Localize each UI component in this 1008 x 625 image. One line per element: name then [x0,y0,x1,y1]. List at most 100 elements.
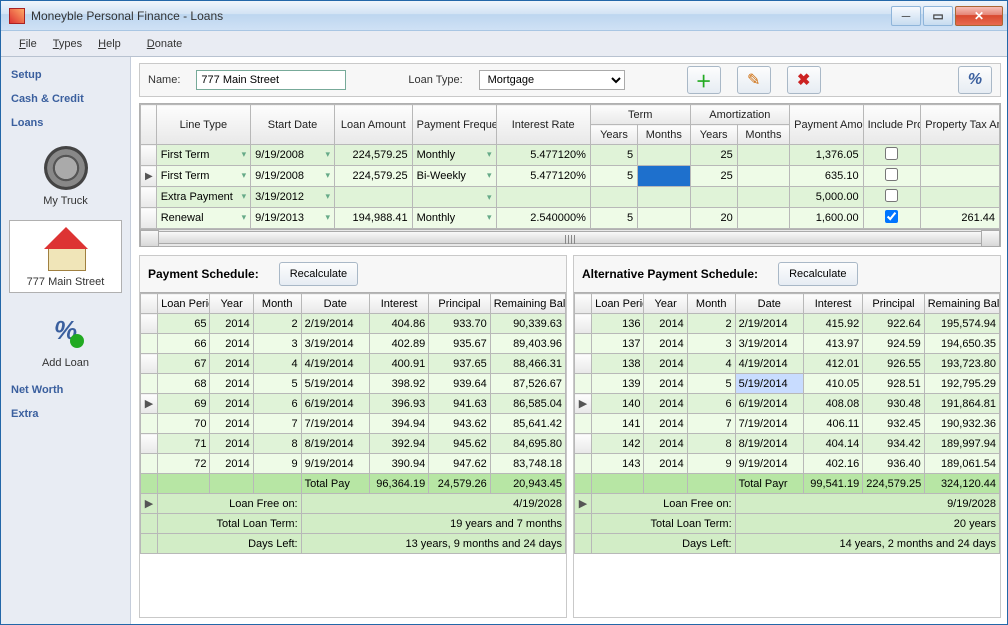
include-tax-checkbox[interactable] [885,189,898,202]
include-tax-checkbox[interactable] [885,168,898,181]
menu-file[interactable]: File [11,38,45,50]
col-interest[interactable]: Interest [803,294,862,314]
col-payment-frequency[interactable]: Payment Frequency [412,105,496,145]
table-row[interactable]: Extra Payment3/19/20125,000.00 [141,187,1000,208]
maximize-button[interactable]: ▭ [923,6,953,26]
info-row: Total Loan Term:19 years and 7 months [141,514,566,534]
table-row[interactable]: ▶69201466/19/2014396.93941.6386,585.04 [141,394,566,414]
alt-payment-schedule-panel: Alternative Payment Schedule: Recalculat… [573,255,1001,618]
menu-types[interactable]: Types [45,38,90,50]
menu-help[interactable]: Help [90,38,129,50]
menu-donate[interactable]: Donate [139,38,190,50]
table-row[interactable]: 138201444/19/2014412.01926.55193,723.80 [575,354,1000,374]
menubar: File Types Help Donate [1,31,1007,57]
schedule-title: Payment Schedule: [148,267,259,281]
col-month[interactable]: Month [687,294,735,314]
loan-type-label: Loan Type: [408,74,462,86]
minimize-button[interactable]: ─ [891,6,921,26]
loan-type-select[interactable]: Mortgage [479,70,625,90]
col-term-months[interactable]: Months [638,125,690,145]
table-row[interactable]: 72201499/19/2014390.94947.6283,748.18 [141,454,566,474]
table-row[interactable]: Renewal9/19/2013194,988.41Monthly2.54000… [141,208,1000,229]
table-row[interactable]: 71201488/19/2014392.94945.6284,695.80 [141,434,566,454]
add-button[interactable]: ＋ [687,66,721,94]
info-row: Days Left:14 years, 2 months and 24 days [575,534,1000,554]
col-remaining[interactable]: Remaining Balance [924,294,999,314]
close-button[interactable]: ✕ [955,6,1003,26]
table-row[interactable]: First Term9/19/2008224,579.25Monthly5.47… [141,145,1000,166]
sidebar-net-worth[interactable]: Net Worth [5,378,126,402]
house-icon [44,227,88,271]
col-principal[interactable]: Principal [429,294,491,314]
recalculate-button[interactable]: Recalculate [778,262,857,286]
table-row[interactable]: 68201455/19/2014398.92939.6487,526.67 [141,374,566,394]
sidebar-item-label: My Truck [12,195,119,207]
col-tax-amount[interactable]: Property Tax Amount [921,105,1000,145]
app-icon [9,8,25,24]
delete-button[interactable]: ✖ [787,66,821,94]
table-row[interactable]: 141201477/19/2014406.11932.45190,932.36 [575,414,1000,434]
col-year[interactable]: Year [210,294,253,314]
table-row[interactable]: 70201477/19/2014394.94943.6285,641.42 [141,414,566,434]
recalculate-button[interactable]: Recalculate [279,262,358,286]
sidebar-item-label: Add Loan [12,357,119,369]
info-row: ▶Loan Free on:9/19/2028 [575,494,1000,514]
table-row[interactable]: 136201422/19/2014415.92922.64195,574.94 [575,314,1000,334]
sidebar-setup[interactable]: Setup [5,63,126,87]
sidebar-cash-credit[interactable]: Cash & Credit [5,87,126,111]
col-payment-amount[interactable]: Payment Amount [790,105,863,145]
table-row[interactable]: 137201433/19/2014413.97924.59194,650.35 [575,334,1000,354]
col-amort-months[interactable]: Months [737,125,789,145]
col-loan-amount[interactable]: Loan Amount [335,105,413,145]
table-row[interactable]: 67201444/19/2014400.91937.6588,466.31 [141,354,566,374]
wheel-icon [44,146,88,190]
info-row: Days Left:13 years, 9 months and 24 days [141,534,566,554]
info-row: Total Loan Term:20 years [575,514,1000,534]
name-input[interactable] [196,70,346,90]
total-row: Total Pay96,364.1924,579.2620,943.45 [141,474,566,494]
col-principal[interactable]: Principal [863,294,925,314]
col-term-years[interactable]: Years [590,125,637,145]
include-tax-checkbox[interactable] [885,210,898,223]
interest-button[interactable]: % [958,66,992,94]
sidebar-loans[interactable]: Loans [5,111,126,135]
sidebar-item-777-main-street[interactable]: 777 Main Street [9,220,122,293]
col-month[interactable]: Month [253,294,301,314]
name-label: Name: [148,74,180,86]
col-period[interactable]: Loan Period [592,294,644,314]
percent-add-icon [44,308,88,352]
table-row[interactable]: 66201433/19/2014402.89935.6789,403.96 [141,334,566,354]
col-period[interactable]: Loan Period [158,294,210,314]
total-row: Total Payr99,541.19224,579.25324,120.44 [575,474,1000,494]
table-row[interactable]: ▶First Term9/19/2008224,579.25Bi-Weekly5… [141,166,1000,187]
col-date[interactable]: Date [301,294,369,314]
col-amortization[interactable]: Amortization [690,105,790,125]
include-tax-checkbox[interactable] [885,147,898,160]
col-term[interactable]: Term [590,105,690,125]
table-row[interactable]: 142201488/19/2014404.14934.42189,997.94 [575,434,1000,454]
titlebar[interactable]: Moneyble Personal Finance - Loans ─ ▭ ✕ [1,1,1007,31]
table-row[interactable]: ▶140201466/19/2014408.08930.48191,864.81 [575,394,1000,414]
col-interest[interactable]: Interest [369,294,428,314]
col-include-tax[interactable]: Include Property Tax [863,105,921,145]
col-amort-years[interactable]: Years [690,125,737,145]
table-row[interactable]: 139201455/19/2014410.05928.51192,795.29 [575,374,1000,394]
sidebar-item-add-loan[interactable]: Add Loan [9,301,122,374]
sidebar: Setup Cash & Credit Loans My Truck 777 M… [1,57,131,624]
col-line-type[interactable]: Line Type [156,105,250,145]
col-date[interactable]: Date [735,294,803,314]
horizontal-scrollbar[interactable] [139,230,1001,247]
col-year[interactable]: Year [644,294,687,314]
alt-schedule-title: Alternative Payment Schedule: [582,267,758,281]
sidebar-item-my-truck[interactable]: My Truck [9,139,122,212]
table-row[interactable]: 143201499/19/2014402.16936.40189,061.54 [575,454,1000,474]
edit-button[interactable]: ✎ [737,66,771,94]
window-title: Moneyble Personal Finance - Loans [31,9,891,23]
col-remaining[interactable]: Remaining Balance [490,294,565,314]
loan-form-bar: Name: Loan Type: Mortgage ＋ ✎ ✖ % [139,63,1001,97]
table-row[interactable]: 65201422/19/2014404.86933.7090,339.63 [141,314,566,334]
sidebar-extra[interactable]: Extra [5,402,126,426]
col-start-date[interactable]: Start Date [251,105,335,145]
col-interest-rate[interactable]: Interest Rate [496,105,590,145]
info-row: ▶Loan Free on:4/19/2028 [141,494,566,514]
